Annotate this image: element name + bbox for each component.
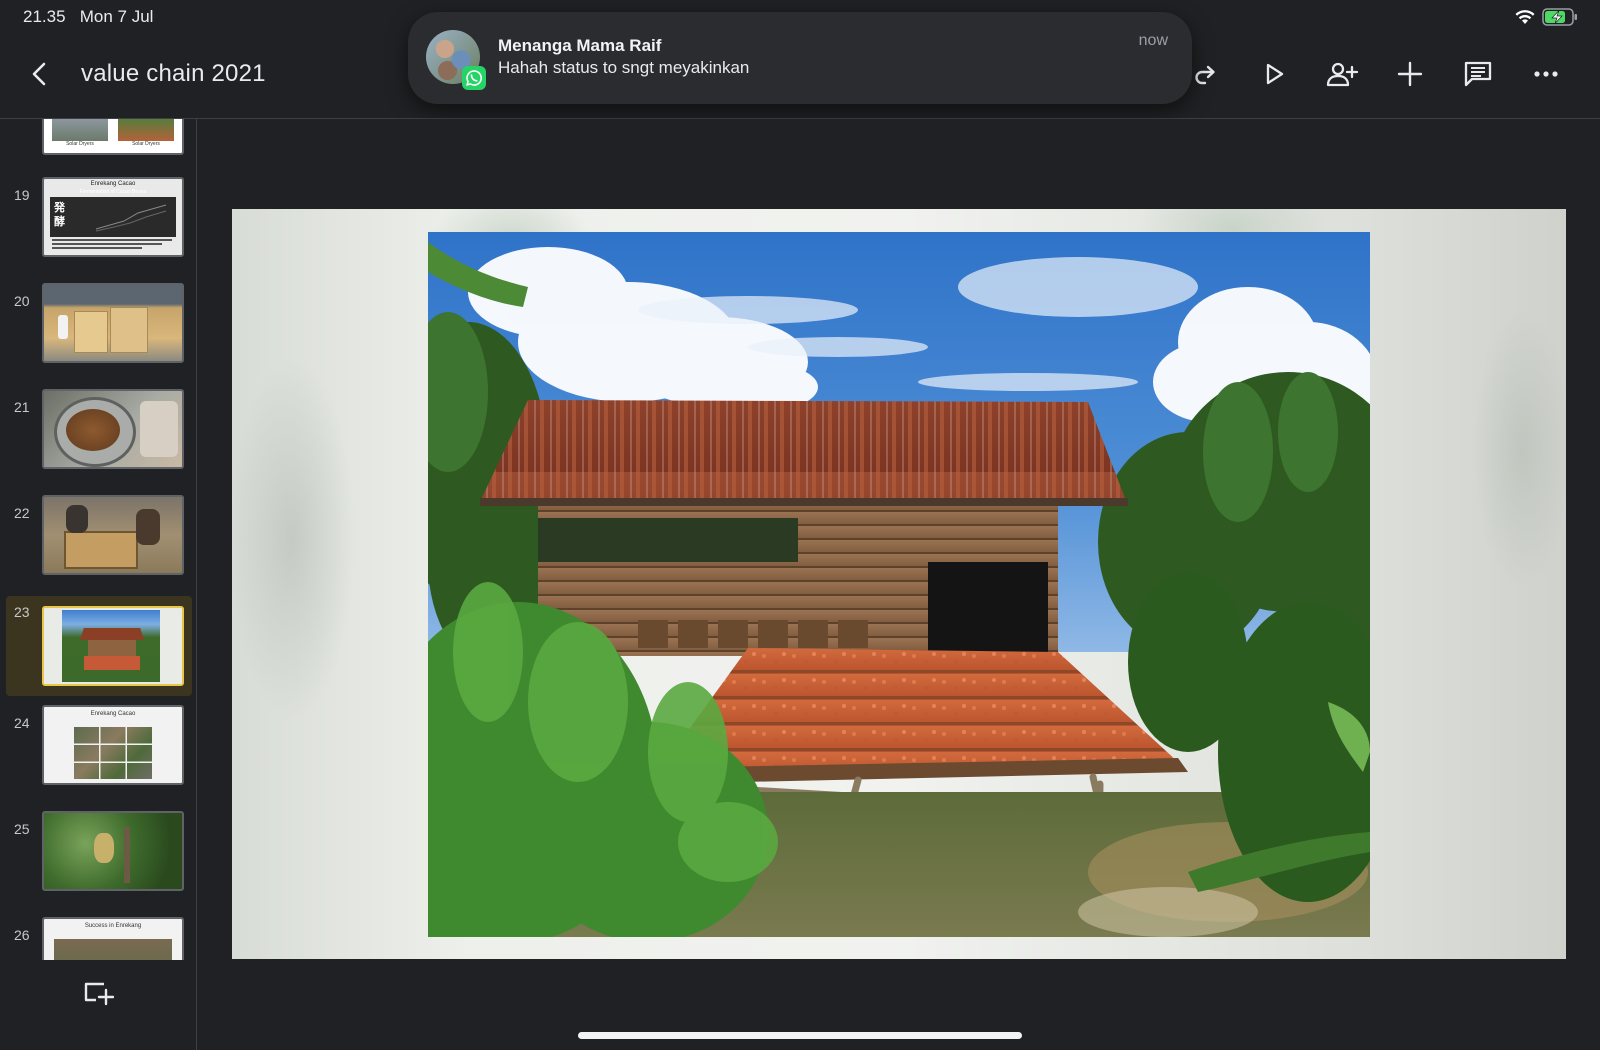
slide-thumbnail-18[interactable]: Solar Dryers Solar Dryers [6,119,192,175]
whatsapp-icon [462,66,486,90]
slide-thumbnail-21[interactable]: 21 [6,389,192,489]
slide-thumbnail-20[interactable]: 20 [6,283,192,383]
insert-button[interactable] [1376,54,1444,94]
slide-number: 22 [14,505,30,521]
thumbnail-subheading: Fermentation of Cacao Beans [79,189,147,195]
slide-number: 19 [14,187,30,203]
comment-icon [1464,61,1492,87]
notification-sender: Menanga Mama Raif [498,36,662,55]
slide-number: 24 [14,715,30,731]
add-person-icon [1326,62,1359,87]
chevron-left-icon [32,62,46,86]
play-icon [1266,63,1284,85]
whatsapp-notification[interactable]: Menanga Mama Raif Hahah status to sngt m… [408,12,1192,104]
slide-thumbnail-19[interactable]: 19 Enrekang Cacao Fermentation of Cacao … [6,177,192,277]
slide-thumbnail-22[interactable]: 22 [6,495,192,595]
slide-number: 21 [14,399,30,415]
slide-thumbnail-image [42,389,184,469]
status-time: 21.35 Mon 7 Jul [23,7,153,27]
wifi-icon [1514,9,1536,30]
slide-thumbnail-panel: Solar Dryers Solar Dryers 19 Enrekang Ca… [0,119,197,1050]
home-indicator[interactable] [578,1032,1022,1039]
thumbnail-heading: Enrekang Cacao [90,711,136,717]
slide-number: 20 [14,293,30,309]
slide-thumbnail-image: Success in Enrekang [42,917,184,960]
notification-message: Hahah status to sngt meyakinkan [498,58,750,77]
battery-charging-icon [1542,8,1578,31]
contact-avatar [426,30,486,90]
notification-time: now [1138,32,1168,49]
thumbnail-heading: Success in Enrekang [84,923,142,929]
slide-number: 23 [14,604,30,620]
slide-number: 25 [14,821,30,837]
add-slide-icon [84,982,115,1006]
thumbnail-kanji: 発 酵 [54,202,65,228]
comments-button[interactable] [1444,54,1512,94]
status-indicators [1514,8,1578,31]
slide-thumbnail-image: Enrekang Cacao Fermentation of Cacao Bea… [42,177,184,257]
back-button[interactable] [24,58,56,90]
slide-number: 26 [14,927,30,943]
status-clock: 21.35 [23,7,66,26]
thumbnail-list[interactable]: Solar Dryers Solar Dryers 19 Enrekang Ca… [0,119,196,960]
slide-thumbnail-26[interactable]: 26 Success in Enrekang [6,917,192,960]
slide-thumbnail-image: Solar Dryers Solar Dryers [42,119,184,155]
slide-editor-canvas[interactable] [197,119,1600,1050]
present-button[interactable] [1240,54,1308,94]
more-horizontal-icon [1534,71,1558,77]
share-button[interactable] [1308,54,1376,94]
thumbnail-caption-right: Solar Dryers [132,141,160,147]
slide-thumbnail-image: Enrekang Cacao [42,705,184,785]
slide-thumbnail-image [42,495,184,575]
current-slide[interactable] [232,209,1566,959]
redo-icon [1195,65,1215,85]
slide-thumbnail-image [42,283,184,363]
slide-photo-drying-house[interactable] [428,232,1370,937]
slide-thumbnail-25[interactable]: 25 [6,811,192,911]
toolbar [1172,54,1580,94]
slide-thumbnail-24[interactable]: 24 Enrekang Cacao [6,705,192,805]
slide-thumbnail-image [42,811,184,891]
status-date: Mon 7 Jul [79,7,154,26]
plus-icon [1397,61,1423,87]
more-options-button[interactable] [1512,54,1580,94]
document-title[interactable]: value chain 2021 [81,60,266,88]
slide-thumbnail-image [42,606,184,686]
thumbnail-heading: Enrekang Cacao [90,181,136,187]
slide-thumbnail-23[interactable]: 23 [6,596,192,696]
new-slide-button[interactable] [82,976,115,1008]
thumbnail-caption-left: Solar Dryers [66,141,94,147]
